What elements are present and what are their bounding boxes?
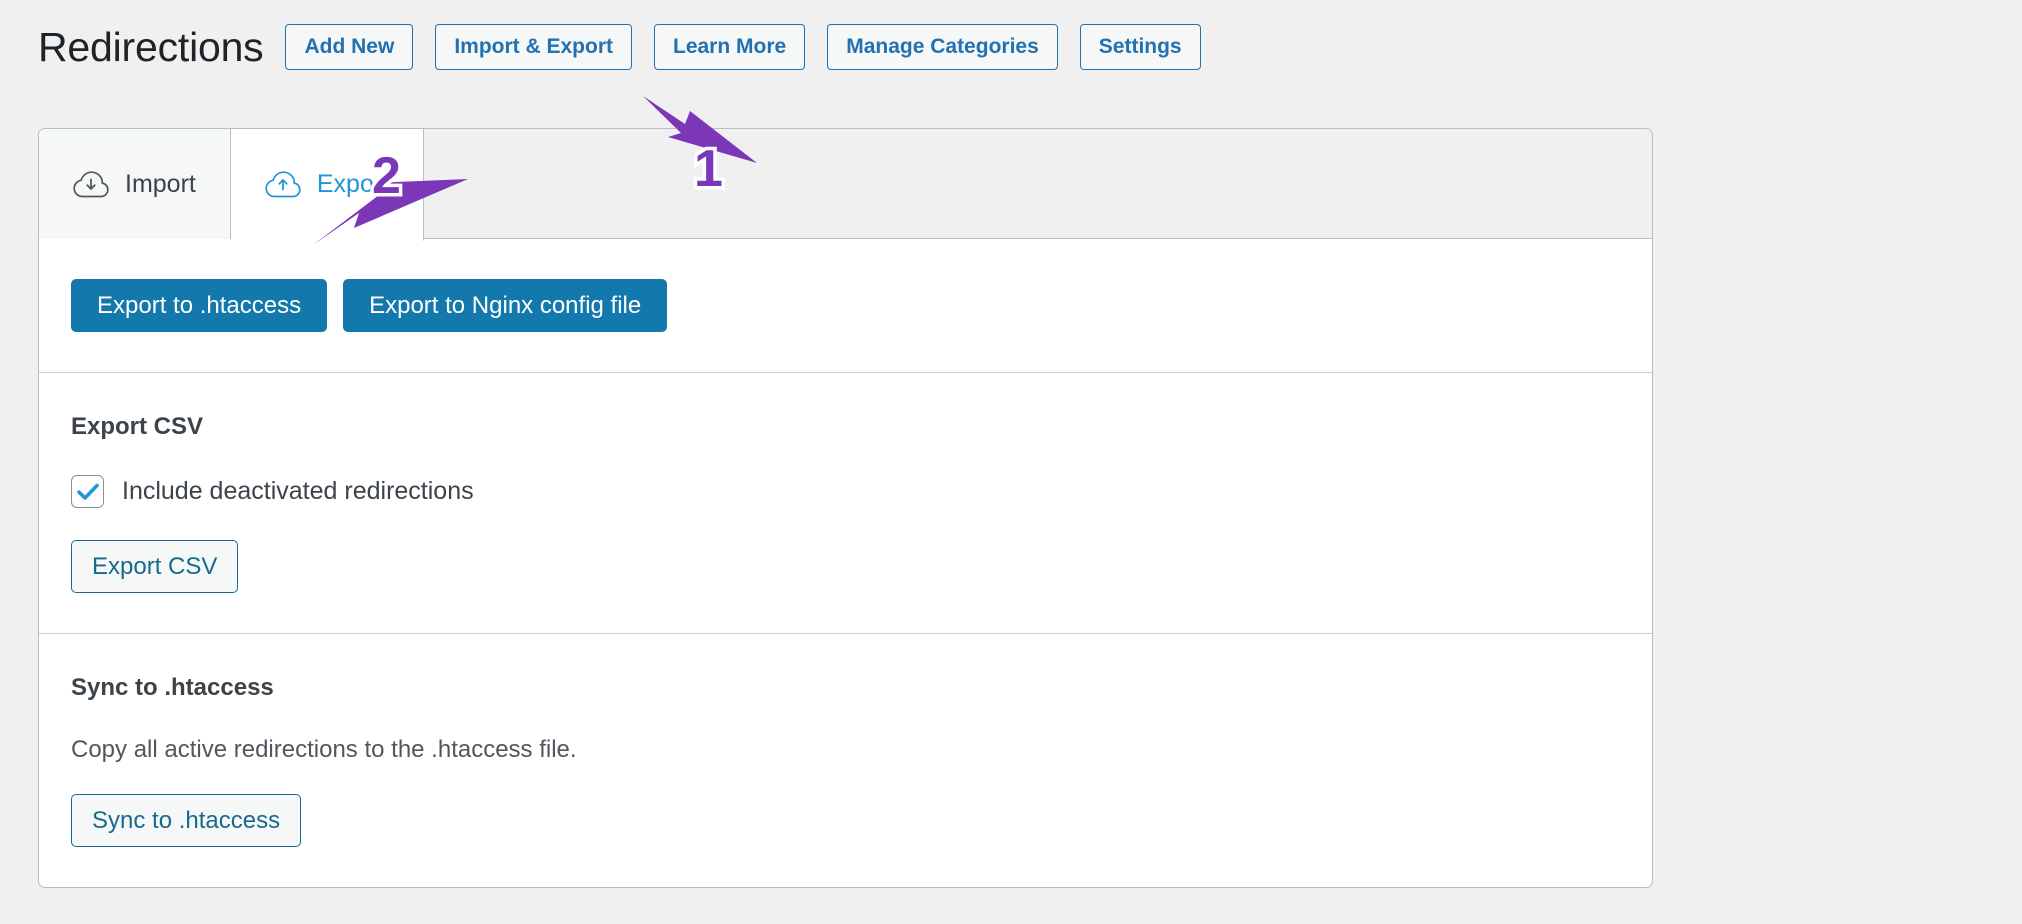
export-csv-button[interactable]: Export CSV [71, 540, 239, 593]
sync-htaccess-section: Sync to .htaccess Copy all active redire… [39, 634, 1652, 887]
tab-export-label: Export [316, 169, 390, 198]
cloud-upload-icon [265, 171, 301, 198]
sync-htaccess-description: Copy all active redirections to the .hta… [71, 736, 577, 763]
include-deactivated-label: Include deactivated redirections [122, 477, 474, 505]
page-header: Redirections Add New Import & Export Lea… [38, 24, 1201, 70]
export-to-htaccess-button[interactable]: Export to .htaccess [71, 279, 328, 332]
export-csv-section: Export CSV Include deactivated redirecti… [39, 373, 1652, 634]
add-new-button[interactable]: Add New [285, 24, 414, 70]
include-deactivated-row: Include deactivated redirections [71, 475, 1652, 508]
tab-import[interactable]: Import [39, 129, 231, 239]
manage-categories-button[interactable]: Manage Categories [827, 24, 1058, 70]
check-icon [76, 483, 99, 500]
tab-strip: Import Export [39, 129, 1652, 241]
cloud-download-icon [73, 170, 109, 198]
server-export-section: Export to .htaccess Export to Nginx conf… [39, 239, 1652, 373]
learn-more-button[interactable]: Learn More [654, 24, 806, 70]
settings-button[interactable]: Settings [1079, 24, 1201, 70]
import-export-button[interactable]: Import & Export [435, 24, 632, 70]
include-deactivated-checkbox[interactable] [71, 475, 104, 508]
tab-import-label: Import [125, 169, 196, 198]
tab-export[interactable]: Export [230, 129, 425, 241]
import-export-panel: Import Export Export to .htaccess Export… [38, 128, 1653, 888]
export-csv-heading: Export CSV [71, 413, 204, 440]
sync-htaccess-heading: Sync to .htaccess [71, 674, 274, 701]
server-export-button-row: Export to .htaccess Export to Nginx conf… [71, 279, 1652, 332]
export-to-nginx-button[interactable]: Export to Nginx config file [343, 279, 668, 332]
page-title: Redirections [38, 23, 264, 70]
sync-htaccess-button[interactable]: Sync to .htaccess [71, 794, 302, 847]
